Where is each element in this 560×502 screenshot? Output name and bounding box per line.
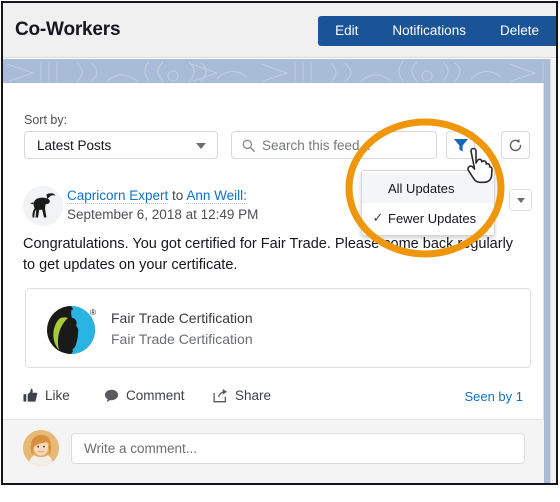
sort-by-label: Sort by: [24, 113, 68, 127]
funnel-icon [453, 138, 468, 152]
thumbs-up-icon [23, 388, 38, 403]
share-label: Share [235, 388, 272, 403]
dropdown-item-all-updates[interactable]: All Updates [362, 173, 494, 203]
edit-button[interactable]: Edit [318, 16, 375, 46]
attachment-title: Fair Trade Certification [111, 310, 253, 326]
comment-label: Comment [126, 388, 185, 403]
post-action-bar: Like Comment Share Seen by 1 [23, 388, 523, 410]
sort-select-value: Latest Posts [37, 137, 112, 153]
speech-bubble-icon [104, 388, 119, 403]
comment-composer: Write a comment... [3, 420, 544, 483]
seen-by-link[interactable]: Seen by 1 [464, 389, 523, 404]
fair-trade-logo: ® [46, 303, 98, 355]
write-comment-input[interactable]: Write a comment... [71, 433, 525, 464]
attachment-card[interactable]: ® Fair Trade Certification Fair Trade Ce… [25, 288, 531, 368]
search-placeholder: Search this feed... [262, 137, 371, 153]
svg-text:®: ® [90, 308, 96, 317]
dropdown-item-fewer-updates-label: Fewer Updates [388, 210, 477, 226]
share-button[interactable]: Share [213, 388, 271, 403]
post-connector: to [168, 188, 187, 203]
filter-button[interactable] [446, 131, 475, 159]
post-body-text: Congratulations. You got certified for F… [23, 236, 514, 273]
decorative-banner [3, 59, 556, 83]
dropdown-item-all-updates-label: All Updates [388, 180, 455, 196]
browser-frame: Co-Workers Edit Notifications Delete Sor… [1, 1, 558, 485]
comment-button[interactable]: Comment [104, 388, 185, 403]
updates-dropdown-menu: All Updates ✓ Fewer Updates [361, 170, 495, 236]
post-timestamp: September 6, 2018 at 12:49 PM [67, 207, 259, 222]
avatar [23, 186, 63, 226]
post-author-link[interactable]: Capricorn Expert [67, 188, 169, 204]
sort-select[interactable]: Latest Posts [24, 131, 218, 159]
like-label: Like [45, 388, 70, 403]
post-header-names: Capricorn Expert to Ann Weill: [67, 188, 247, 204]
share-icon [213, 388, 228, 403]
capricorn-goat-avatar [23, 186, 63, 226]
woman-avatar [23, 430, 59, 466]
chevron-down-icon [516, 197, 525, 203]
refresh-icon [509, 138, 522, 151]
search-icon [242, 139, 255, 152]
attachment-subtitle: Fair Trade Certification [111, 331, 253, 347]
dropdown-item-fewer-updates[interactable]: ✓ Fewer Updates [362, 203, 494, 233]
like-button[interactable]: Like [23, 388, 70, 403]
search-feed-input[interactable]: Search this feed... [231, 131, 437, 159]
post-menu-button[interactable] [509, 189, 532, 211]
screenshot-root: Co-Workers Edit Notifications Delete Sor… [0, 0, 560, 502]
page-header: Co-Workers Edit Notifications Delete [3, 3, 556, 58]
post-recipient-link[interactable]: Ann Weill: [186, 188, 247, 204]
delete-button[interactable]: Delete [483, 16, 556, 46]
vertical-scrollbar[interactable] [550, 59, 556, 483]
write-comment-placeholder: Write a comment... [84, 441, 198, 456]
check-icon: ✓ [372, 210, 384, 225]
notifications-button[interactable]: Notifications [375, 16, 483, 46]
refresh-button[interactable] [501, 131, 530, 159]
chevron-down-icon [196, 143, 206, 149]
banner-pattern-icon [6, 60, 552, 82]
page-title: Co-Workers [15, 19, 121, 40]
header-action-buttons: Edit Notifications Delete [318, 16, 556, 46]
